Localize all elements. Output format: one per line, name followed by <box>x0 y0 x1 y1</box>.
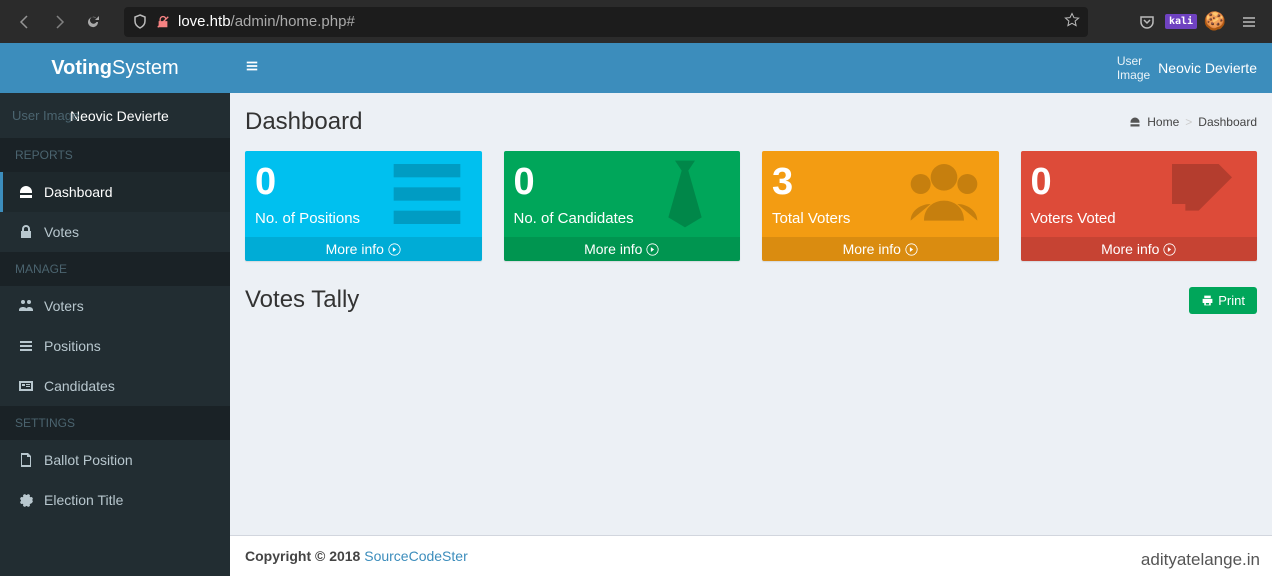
stat-voters: 3 Total Voters More info <box>762 151 999 261</box>
stat-value: 0 <box>255 161 472 204</box>
menu-button[interactable] <box>1234 7 1264 37</box>
sidebar-item-label: Election Title <box>44 492 123 508</box>
reload-button[interactable] <box>76 7 110 37</box>
footer-copyright: Copyright © 2018 <box>245 548 364 564</box>
content-header: Dashboard Home > Dashboard <box>230 93 1272 136</box>
sidebar-item-ballot[interactable]: Ballot Position <box>0 440 230 480</box>
browser-toolbar: love.htb/admin/home.php# kali 🍪 <box>0 0 1272 43</box>
stat-more-link[interactable]: More info <box>245 237 482 261</box>
stat-voted: 0 Voters Voted More info <box>1021 151 1258 261</box>
sidebar-item-dashboard[interactable]: Dashboard <box>0 172 230 212</box>
breadcrumb: Home > Dashboard <box>1129 115 1257 129</box>
sidebar-user-panel: User Image Neovic Devierte <box>0 93 230 138</box>
gear-icon <box>18 492 34 508</box>
sidebar-item-voters[interactable]: Voters <box>0 286 230 326</box>
footer-link[interactable]: SourceCodeSter <box>364 548 468 564</box>
stat-more-link[interactable]: More info <box>762 237 999 261</box>
sidebar-item-label: Positions <box>44 338 101 354</box>
bookmark-star-icon[interactable] <box>1064 12 1080 32</box>
tally-title: Votes Tally <box>245 286 359 314</box>
url-text: love.htb/admin/home.php# <box>178 13 1064 30</box>
print-icon <box>1201 294 1214 307</box>
watermark: adityatelange.in <box>1141 550 1260 570</box>
top-navbar: User Image Neovic Devierte <box>230 43 1272 93</box>
stat-more-link[interactable]: More info <box>504 237 741 261</box>
insecure-lock-icon <box>156 15 170 29</box>
sidebar-user-name: Neovic Devierte <box>70 108 169 124</box>
sidebar-item-label: Dashboard <box>44 184 113 200</box>
breadcrumb-sep: > <box>1185 115 1192 129</box>
stat-value: 0 <box>1031 161 1248 204</box>
url-bar[interactable]: love.htb/admin/home.php# <box>124 7 1088 37</box>
dashboard-icon <box>1129 116 1141 128</box>
lock-icon <box>18 224 34 240</box>
users-icon <box>18 298 34 314</box>
sidebar-section-reports: REPORTS <box>0 138 230 172</box>
arrow-circle-icon <box>388 243 401 256</box>
kali-extension-icon[interactable]: kali <box>1166 7 1196 37</box>
arrow-circle-icon <box>646 243 659 256</box>
sidebar-item-label: Ballot Position <box>44 452 133 468</box>
stat-label: Total Voters <box>772 210 989 227</box>
back-button[interactable] <box>8 7 42 37</box>
tally-header: Votes Tally Print <box>230 286 1272 314</box>
sidebar-item-election[interactable]: Election Title <box>0 480 230 520</box>
stat-value: 0 <box>514 161 731 204</box>
forward-button[interactable] <box>42 7 76 37</box>
sidebar-item-candidates[interactable]: Candidates <box>0 366 230 406</box>
sidebar-item-positions[interactable]: Positions <box>0 326 230 366</box>
stat-positions: 0 No. of Positions More info <box>245 151 482 261</box>
navbar-user-image: User Image <box>1117 54 1150 83</box>
sidebar-item-label: Candidates <box>44 378 115 394</box>
page-title: Dashboard <box>245 108 362 136</box>
dashboard-icon <box>18 184 34 200</box>
sidebar-item-label: Votes <box>44 224 79 240</box>
sidebar-section-manage: MANAGE <box>0 252 230 286</box>
pocket-icon[interactable] <box>1132 7 1162 37</box>
arrow-circle-icon <box>905 243 918 256</box>
app-frame: VotingSystem User Image Neovic Devierte … <box>0 43 1272 576</box>
arrow-circle-icon <box>1163 243 1176 256</box>
stat-label: Voters Voted <box>1031 210 1248 227</box>
stat-label: No. of Candidates <box>514 210 731 227</box>
sidebar-item-votes[interactable]: Votes <box>0 212 230 252</box>
browser-right-icons: kali 🍪 <box>1132 7 1264 37</box>
sidebar: VotingSystem User Image Neovic Devierte … <box>0 43 230 576</box>
breadcrumb-home[interactable]: Home <box>1147 115 1179 129</box>
navbar-user-name: Neovic Devierte <box>1158 60 1257 77</box>
id-card-icon <box>18 378 34 394</box>
footer: Copyright © 2018 SourceCodeSter <box>230 535 1272 576</box>
print-button[interactable]: Print <box>1189 287 1257 314</box>
main-content: User Image Neovic Devierte Dashboard Hom… <box>230 43 1272 576</box>
sidebar-toggle[interactable] <box>245 59 259 78</box>
stat-boxes: 0 No. of Positions More info 0 No. of Ca… <box>230 136 1272 276</box>
navbar-user[interactable]: User Image Neovic Devierte <box>1117 54 1257 83</box>
stat-more-link[interactable]: More info <box>1021 237 1258 261</box>
sidebar-section-settings: SETTINGS <box>0 406 230 440</box>
stat-candidates: 0 No. of Candidates More info <box>504 151 741 261</box>
brand-logo[interactable]: VotingSystem <box>0 43 230 93</box>
breadcrumb-current: Dashboard <box>1198 115 1257 129</box>
cookie-extension-icon[interactable]: 🍪 <box>1200 7 1230 37</box>
shield-icon <box>132 14 148 30</box>
stat-label: No. of Positions <box>255 210 472 227</box>
list-icon <box>18 338 34 354</box>
stat-value: 3 <box>772 161 989 204</box>
user-image-placeholder: User Image <box>12 108 79 123</box>
file-icon <box>18 452 34 468</box>
sidebar-item-label: Voters <box>44 298 84 314</box>
